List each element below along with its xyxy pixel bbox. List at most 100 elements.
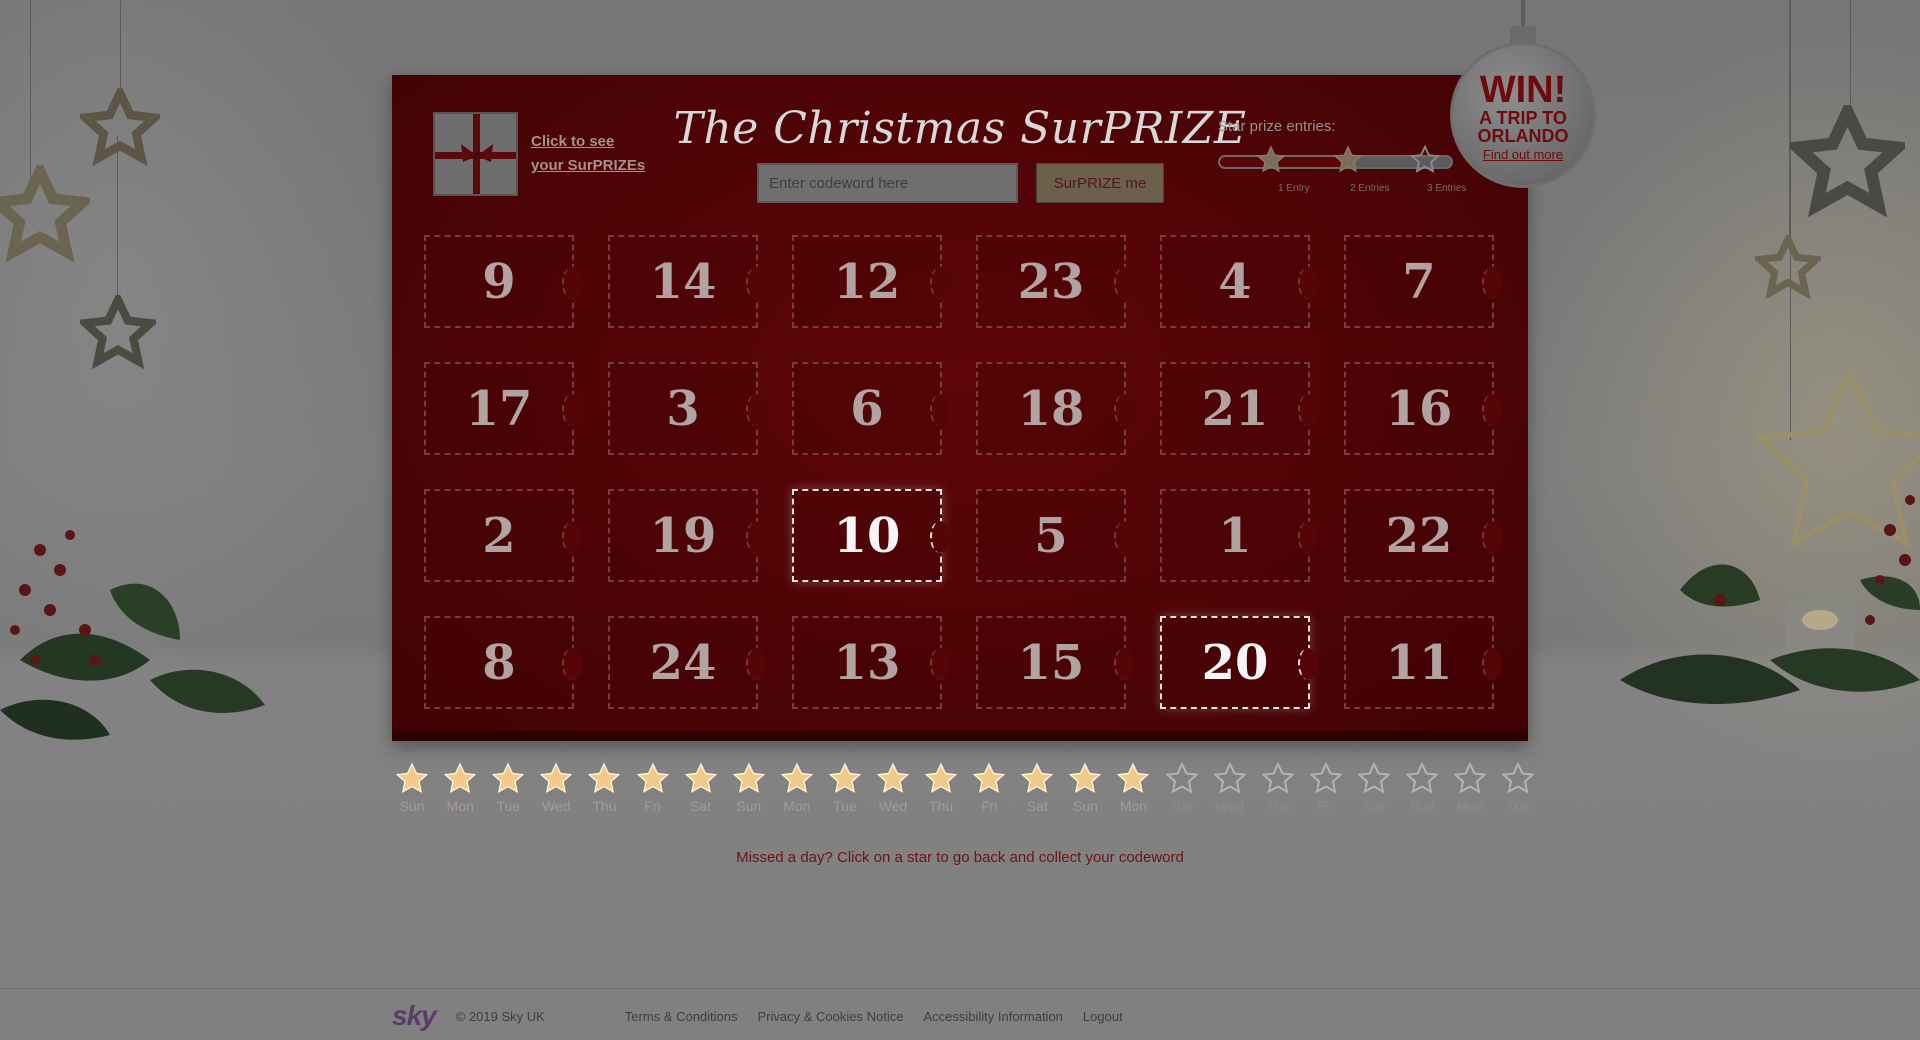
star-icon xyxy=(780,762,814,793)
day-star-2[interactable]: Mon xyxy=(436,762,484,814)
star-icon xyxy=(1021,762,1054,793)
calendar-door-17[interactable]: 17 xyxy=(424,362,582,455)
calendar-door-3[interactable]: 3 xyxy=(608,362,766,455)
star-icon xyxy=(540,762,573,793)
day-label: Sat xyxy=(690,798,712,814)
day-star-19[interactable]: Thu xyxy=(1254,762,1302,814)
calendar-door-1[interactable]: 1 xyxy=(1160,489,1318,582)
star-icon xyxy=(492,762,525,793)
calendar-door-9[interactable]: 9 xyxy=(424,235,582,328)
calendar-door-7[interactable]: 7 xyxy=(1344,235,1502,328)
calendar-door-14[interactable]: 14 xyxy=(608,235,766,328)
day-label: Wed xyxy=(1215,798,1244,814)
calendar-door-23[interactable]: 23 xyxy=(976,235,1134,328)
door-number: 1 xyxy=(1218,507,1252,564)
day-star-7[interactable]: Sat xyxy=(677,762,725,814)
day-label: Mon xyxy=(1456,798,1484,814)
day-label: Sun xyxy=(736,798,762,814)
day-label: Sun xyxy=(1409,798,1435,814)
calendar-door-10[interactable]: 10 xyxy=(792,489,950,582)
day-star-24[interactable]: Tue xyxy=(1494,762,1542,814)
calendar-door-19[interactable]: 19 xyxy=(608,489,766,582)
door-number: 20 xyxy=(1201,634,1269,691)
entry-star-icon xyxy=(1409,144,1441,180)
day-label: Thu xyxy=(929,798,954,814)
day-star-20[interactable]: Fri xyxy=(1302,762,1350,814)
day-label: Sat xyxy=(1363,798,1385,814)
day-star-16[interactable]: Mon xyxy=(1109,762,1157,814)
calendar-door-6[interactable]: 6 xyxy=(792,362,950,455)
codeword-input[interactable] xyxy=(757,163,1018,203)
day-star-10[interactable]: Tue xyxy=(821,762,869,814)
advent-calendar: Click to see your SurPRIZEs The Christma… xyxy=(392,75,1528,741)
calendar-door-22[interactable]: 22 xyxy=(1344,489,1502,582)
find-out-more-link[interactable]: Find out more xyxy=(1483,147,1563,162)
day-star-8[interactable]: Sun xyxy=(725,762,773,814)
door-number: 9 xyxy=(482,253,516,310)
day-star-6[interactable]: Fri xyxy=(628,762,676,814)
door-number: 17 xyxy=(465,380,533,437)
calendar-door-11[interactable]: 11 xyxy=(1344,616,1502,709)
day-star-1[interactable]: Sun xyxy=(388,762,436,814)
sky-logo[interactable]: sky xyxy=(392,1000,437,1032)
day-star-17[interactable]: Tue xyxy=(1158,762,1206,814)
day-star-strip: Sun Mon Tue Wed Thu Fri Sat Sun Mon Tue Wed Thu Fri S… xyxy=(388,762,1542,814)
calendar-door-21[interactable]: 21 xyxy=(1160,362,1318,455)
star-icon xyxy=(972,762,1006,793)
day-star-4[interactable]: Wed xyxy=(532,762,580,814)
door-number: 22 xyxy=(1385,507,1453,564)
calendar-door-13[interactable]: 13 xyxy=(792,616,950,709)
entry-star-icon xyxy=(1333,145,1363,180)
day-star-23[interactable]: Mon xyxy=(1446,762,1494,814)
day-star-15[interactable]: Sun xyxy=(1061,762,1109,814)
star-icon xyxy=(1260,762,1295,794)
day-star-18[interactable]: Wed xyxy=(1206,762,1254,814)
day-star-12[interactable]: Thu xyxy=(917,762,965,814)
star-icon xyxy=(828,762,862,793)
day-star-9[interactable]: Mon xyxy=(773,762,821,814)
star-icon xyxy=(1501,762,1536,794)
door-number: 12 xyxy=(833,253,901,310)
logout-link[interactable]: Logout xyxy=(1083,1009,1123,1024)
calendar-door-16[interactable]: 16 xyxy=(1344,362,1502,455)
door-number: 19 xyxy=(649,507,717,564)
day-star-22[interactable]: Sun xyxy=(1398,762,1446,814)
day-label: Sun xyxy=(399,798,425,814)
entry-marker-label: 2 Entries xyxy=(1350,183,1390,194)
day-label: Mon xyxy=(783,798,811,814)
calendar-door-15[interactable]: 15 xyxy=(976,616,1134,709)
day-label: Mon xyxy=(446,798,474,814)
accessibility-link[interactable]: Accessibility Information xyxy=(923,1009,1062,1024)
day-star-13[interactable]: Fri xyxy=(965,762,1013,814)
door-number: 5 xyxy=(1034,507,1068,564)
calendar-door-2[interactable]: 2 xyxy=(424,489,582,582)
hanging-star-icon xyxy=(80,88,160,168)
calendar-door-4[interactable]: 4 xyxy=(1160,235,1318,328)
calendar-door-20[interactable]: 20 xyxy=(1160,616,1318,709)
calendar-door-12[interactable]: 12 xyxy=(792,235,950,328)
terms-link[interactable]: Terms & Conditions xyxy=(625,1009,738,1024)
footer: sky © 2019 Sky UK Terms & Conditions Pri… xyxy=(392,998,1143,1034)
day-star-11[interactable]: Wed xyxy=(869,762,917,814)
star-icon xyxy=(1164,762,1199,794)
calendar-door-5[interactable]: 5 xyxy=(976,489,1134,582)
calendar-door-18[interactable]: 18 xyxy=(976,362,1134,455)
calendar-door-8[interactable]: 8 xyxy=(424,616,582,709)
surprize-me-button[interactable]: SurPRIZE me xyxy=(1036,163,1164,203)
door-number: 11 xyxy=(1385,634,1453,691)
day-star-14[interactable]: Sat xyxy=(1013,762,1061,814)
day-star-21[interactable]: Sat xyxy=(1350,762,1398,814)
star-icon xyxy=(1069,762,1102,793)
day-star-5[interactable]: Thu xyxy=(580,762,628,814)
holly-decoration xyxy=(1620,470,1920,755)
calendar-door-24[interactable]: 24 xyxy=(608,616,766,709)
holly-decoration xyxy=(0,510,280,755)
privacy-link[interactable]: Privacy & Cookies Notice xyxy=(758,1009,904,1024)
bauble-icon: WIN! A TRIP TO ORLANDO Find out more xyxy=(1450,42,1596,188)
door-number: 16 xyxy=(1385,380,1453,437)
star-icon xyxy=(1308,762,1343,794)
win-orlando-bauble[interactable]: WIN! A TRIP TO ORLANDO Find out more xyxy=(1448,0,1598,192)
hanging-star-icon xyxy=(1755,235,1821,301)
day-star-3[interactable]: Tue xyxy=(484,762,532,814)
star-icon xyxy=(395,762,429,793)
